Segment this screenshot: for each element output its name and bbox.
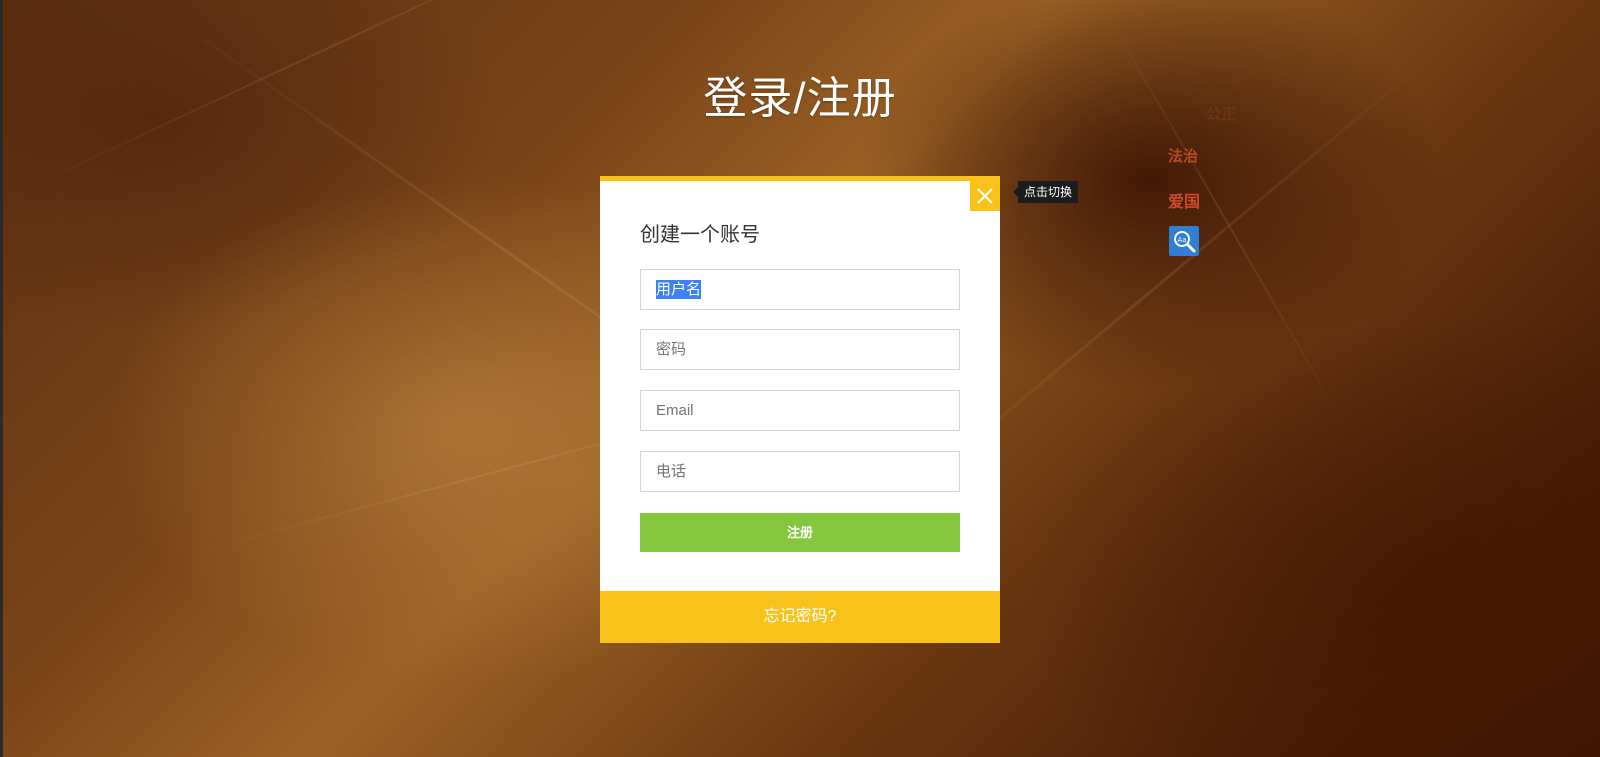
forgot-password-link[interactable]: 忘记密码?: [600, 591, 1000, 643]
page-title: 登录/注册: [703, 74, 897, 123]
close-button[interactable]: [970, 181, 1000, 211]
username-value: 用户名: [656, 280, 702, 299]
register-button[interactable]: 注册: [640, 513, 960, 552]
side-word-rule-of-law: 法治: [1168, 148, 1199, 165]
username-field[interactable]: 用户名: [640, 269, 960, 310]
side-word-patriotism: 爱国: [1168, 194, 1201, 211]
phone-field[interactable]: [640, 451, 960, 492]
svg-text:Aa: Aa: [1177, 236, 1186, 244]
form-heading: 创建一个账号: [640, 224, 760, 246]
close-tooltip: 点击切换: [1012, 181, 1079, 203]
register-modal: 创建一个账号 用户名 注册 忘记密码?: [600, 176, 1000, 643]
side-word-fairness: 公正: [1206, 106, 1237, 123]
password-field[interactable]: [640, 329, 960, 370]
email-field[interactable]: [640, 390, 960, 431]
close-icon: [977, 188, 993, 204]
search-translate-button[interactable]: Aa: [1169, 226, 1199, 256]
search-translate-icon: Aa: [1174, 231, 1196, 253]
